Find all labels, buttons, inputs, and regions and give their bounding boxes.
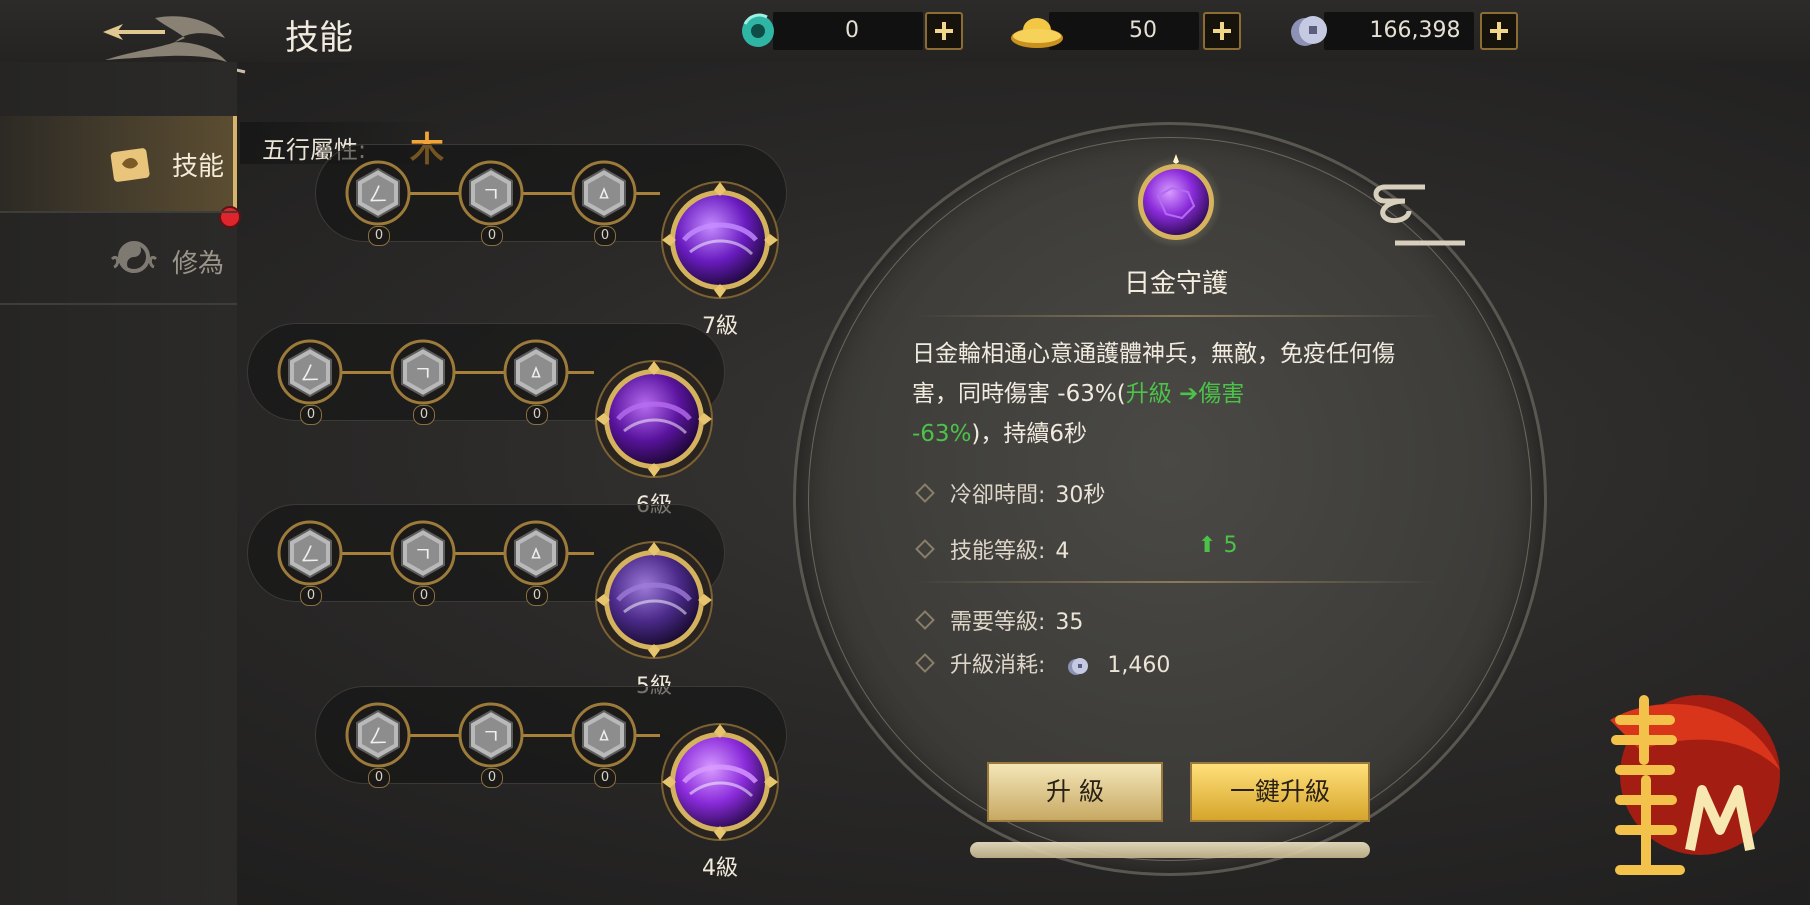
silver-coin-icon <box>1291 16 1327 46</box>
rune-count: 0 <box>368 768 390 788</box>
svg-text:ㄱ: ㄱ <box>482 182 500 206</box>
svg-text:ㅿ: ㅿ <box>595 724 613 748</box>
svg-text:ㄥ: ㄥ <box>368 724 388 748</box>
rune-icon: ㄱ <box>390 520 456 586</box>
divider <box>912 315 1442 317</box>
rune-icon: ㄥ <box>277 520 343 586</box>
divider <box>0 303 237 305</box>
rune-icon: ㅿ <box>571 702 637 768</box>
rune-icon: ㄱ <box>458 702 524 768</box>
rune-node[interactable]: ㄥ0 <box>277 339 343 425</box>
rune-count: 0 <box>413 405 435 425</box>
required-level-stat: 需要等級: 35 <box>915 604 1083 636</box>
svg-text:ㄥ: ㄥ <box>300 542 320 566</box>
arrow-right-icon: ➔ <box>1179 381 1199 407</box>
add-gold-button[interactable] <box>1203 12 1241 50</box>
svg-text:ㄥ: ㄥ <box>368 182 388 206</box>
rune-count: 0 <box>300 405 322 425</box>
rune-node[interactable]: ㄥ0 <box>277 520 343 606</box>
upgrade-button[interactable]: 升 級 <box>987 762 1163 822</box>
rune-icon: ㅿ <box>503 520 569 586</box>
rune-count: 0 <box>368 226 390 246</box>
skill-orb-icon <box>661 723 779 841</box>
skill-book-icon <box>110 148 150 182</box>
rune-node[interactable]: ㅿ0 <box>503 339 569 425</box>
selected-skill-icon <box>1130 154 1222 248</box>
yin-yang-icon <box>110 241 158 273</box>
rune-node[interactable]: ㄱ0 <box>390 520 456 606</box>
upgrade-all-button[interactable]: 一鍵升級 <box>1190 762 1370 822</box>
rune-count: 0 <box>300 586 322 606</box>
game-logo <box>1610 695 1780 875</box>
sidebar-item-label: 修為 <box>172 249 225 279</box>
rune-count: 0 <box>481 768 503 788</box>
rune-count: 0 <box>526 586 548 606</box>
skill-icon[interactable] <box>660 722 780 842</box>
skill-orb-icon <box>595 360 713 478</box>
svg-text:ㄱ: ㄱ <box>414 361 432 385</box>
svg-text:ㄱ: ㄱ <box>482 724 500 748</box>
skill-icon[interactable] <box>594 540 714 660</box>
cooldown-stat: 冷卻時間: 30秒 <box>915 477 1105 509</box>
gold-ingot-icon <box>1011 18 1063 48</box>
add-jade-button[interactable] <box>925 12 963 50</box>
skill-level-stat: 技能等級: 4 ⬆ 5 <box>915 533 1237 565</box>
rune-icon: ㄱ <box>458 160 524 226</box>
cloud-ornament-icon <box>1373 184 1465 246</box>
skill-icon[interactable] <box>594 359 714 479</box>
svg-text:ㄱ: ㄱ <box>414 542 432 566</box>
rune-count: 0 <box>526 405 548 425</box>
svg-text:ㅿ: ㅿ <box>527 542 545 566</box>
skill-description: 日金輪相通心意通護體神兵，無敵，免疫任何傷 害，同時傷害 -63%(升級 ➔傷害… <box>912 341 1395 447</box>
rune-node[interactable]: ㄱ0 <box>458 702 524 788</box>
rune-icon: ㄥ <box>277 339 343 405</box>
rune-icon: ㅿ <box>503 339 569 405</box>
skill-orb-icon <box>595 541 713 659</box>
svg-text:ㅿ: ㅿ <box>527 361 545 385</box>
jade-icon <box>742 13 774 47</box>
rune-node[interactable]: ㅿ0 <box>571 160 637 246</box>
silver-currency: 166,398 <box>1288 10 1520 52</box>
rune-count: 0 <box>481 226 503 246</box>
skill-level-label: 4級 <box>702 856 738 881</box>
rune-node[interactable]: ㅿ0 <box>503 520 569 606</box>
gold-currency: 50 <box>1011 10 1243 52</box>
page-title: 技能 <box>285 18 353 58</box>
add-silver-button[interactable] <box>1480 12 1518 50</box>
sidebar-item-label: 技能 <box>172 152 225 182</box>
skill-orb-icon <box>661 181 779 299</box>
arrow-up-icon: ⬆ <box>1198 533 1217 558</box>
skill-name: 日金守護 <box>1123 269 1228 299</box>
jade-currency: 0 <box>737 10 965 52</box>
rune-icon: ㅿ <box>571 160 637 226</box>
rune-node[interactable]: ㄥ0 <box>345 160 411 246</box>
rune-count: 0 <box>594 226 616 246</box>
rune-icon: ㄥ <box>345 702 411 768</box>
rune-node[interactable]: ㄥ0 <box>345 702 411 788</box>
rune-count: 0 <box>594 768 616 788</box>
rune-icon: ㄥ <box>345 160 411 226</box>
sidebar-item-skill[interactable]: 技能 <box>0 116 237 212</box>
svg-text:ㅿ: ㅿ <box>595 182 613 206</box>
scroll-decoration <box>970 842 1370 858</box>
notification-dot <box>219 206 241 228</box>
rune-node[interactable]: ㄱ0 <box>458 160 524 246</box>
divider <box>912 581 1442 583</box>
rune-node[interactable]: ㅿ0 <box>571 702 637 788</box>
svg-text:ㄥ: ㄥ <box>300 361 320 385</box>
upgrade-cost-stat: 升級消耗: 1,460 <box>915 647 1170 679</box>
divider <box>0 211 237 213</box>
rune-icon: ㄱ <box>390 339 456 405</box>
skill-icon[interactable] <box>660 180 780 300</box>
rune-node[interactable]: ㄱ0 <box>390 339 456 425</box>
silver-coin-icon <box>1068 658 1089 675</box>
rune-count: 0 <box>413 586 435 606</box>
